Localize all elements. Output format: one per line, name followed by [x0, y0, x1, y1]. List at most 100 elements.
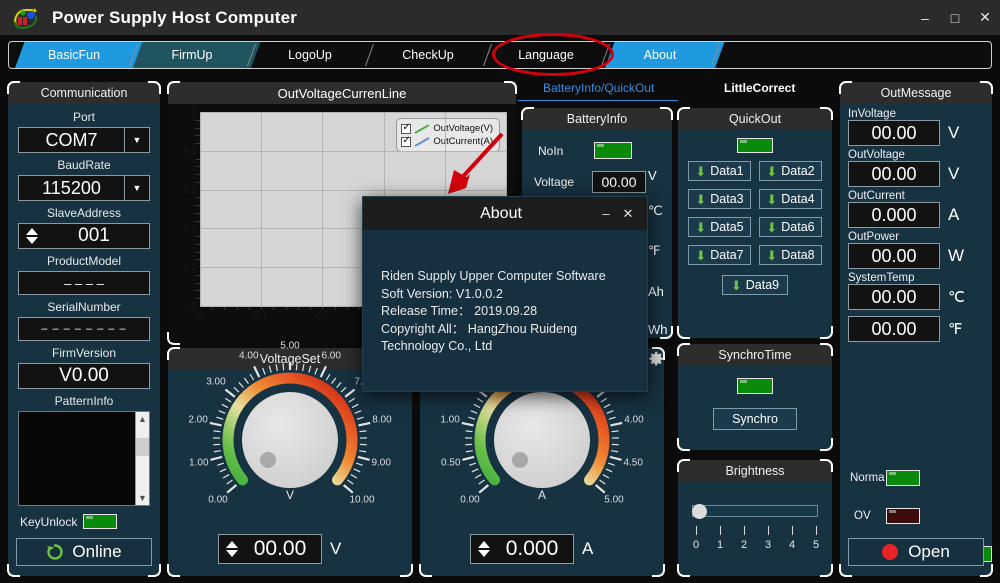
quickout-data4-button[interactable]: ⬇ Data4 [759, 189, 822, 209]
keyunlock-led [83, 514, 118, 529]
brightness-slider-thumb[interactable] [692, 504, 707, 519]
patterninfo-label: PatternInfo [54, 394, 114, 408]
legend-checkbox-icon[interactable] [401, 135, 412, 147]
subtab-batteryinfo-quickout[interactable]: BatteryInfo/QuickOut [543, 81, 654, 95]
about-line-3: Release Time： 2019.09.28 [381, 304, 538, 318]
close-button[interactable]: ✕ [970, 0, 1000, 35]
about-minimize-button[interactable]: – [595, 197, 617, 230]
brightness-slider[interactable] [692, 504, 818, 519]
systemtemp-c-unit: ℃ [948, 289, 965, 306]
gauge-minor-tick [226, 479, 233, 485]
tab-logoup[interactable]: LogoUp [251, 42, 375, 68]
download-arrow-icon: ⬇ [730, 277, 742, 293]
gauge-tick-label: 3.00 [206, 376, 226, 388]
patterninfo-scrollbar[interactable]: ▲ ▼ [135, 412, 149, 505]
open-button[interactable]: Open [848, 538, 984, 566]
gauge-minor-tick [216, 416, 224, 420]
quickout-data5-button[interactable]: ⬇ Data5 [688, 217, 751, 237]
chevron-down-icon[interactable]: ▼ [124, 127, 150, 153]
outmessage-rows: InVoltage 00.00 V OutVoltage 00.00 V Out… [840, 104, 992, 342]
gauge-minor-tick [336, 382, 342, 389]
stepper-arrows-icon[interactable] [471, 541, 497, 557]
scroll-down-icon[interactable]: ▼ [136, 491, 149, 505]
download-arrow-icon: ⬇ [766, 247, 778, 263]
chart-legend[interactable]: OutVoltage(V) OutCurrent(A) [396, 118, 500, 152]
gauge-minor-tick [474, 474, 482, 479]
quickout-data6-button[interactable]: ⬇ Data6 [759, 217, 822, 237]
communication-panel: Communication Port COM7 ▼ BaudRate 11520… [7, 81, 161, 577]
subtab-littlecorrect[interactable]: LittleCorrect [724, 81, 795, 95]
baudrate-combobox[interactable]: 115200 ▼ [18, 175, 150, 201]
online-button[interactable]: Online [16, 538, 152, 566]
quickout-data9-button[interactable]: ⬇ Data9 [722, 275, 788, 295]
chart-minor-tick [195, 158, 200, 160]
firmversion-value: V0.00 [18, 363, 150, 389]
legend-label-outvoltage: OutVoltage(V) [433, 123, 493, 134]
legend-checkbox-icon[interactable] [401, 122, 412, 134]
scrollbar-thumb[interactable] [136, 438, 149, 456]
about-titlebar[interactable]: About – ✕ [363, 197, 647, 230]
slaveaddress-stepper[interactable]: 001 [18, 223, 150, 249]
scroll-up-icon[interactable]: ▲ [136, 412, 149, 426]
chart-ytick: 0.6 [183, 184, 196, 195]
gauge-minor-tick [355, 462, 363, 466]
gauge-minor-tick [473, 403, 481, 409]
quickout-data9-row: ⬇ Data9 [678, 275, 832, 295]
outcurrent-unit: A [948, 205, 960, 224]
stepper-arrows-icon[interactable] [19, 228, 45, 244]
minimize-button[interactable]: – [910, 0, 940, 35]
gauge-major-tick [319, 365, 327, 378]
tab-firmup[interactable]: FirmUp [133, 42, 261, 68]
chart-minor-tick [195, 166, 200, 168]
quickout-data1-button[interactable]: ⬇ Data1 [688, 161, 751, 181]
gauge-minor-tick [243, 377, 249, 385]
tab-logoup-label: LogoUp [288, 48, 332, 62]
gauge-knob[interactable] [242, 392, 338, 488]
legend-line-icon [414, 136, 430, 147]
tab-basicfun[interactable]: BasicFun [15, 42, 143, 68]
outmessage-panel: OutMessage InVoltage 00.00 V OutVoltage … [839, 81, 993, 577]
quickout-data2-button[interactable]: ⬇ Data2 [759, 161, 822, 181]
quickout-led [737, 138, 773, 153]
voltage-stepper[interactable]: 00.00 [218, 534, 322, 564]
ov-row: OV [854, 508, 920, 524]
chart-ytick: 0 [190, 301, 196, 311]
stepper-arrows-icon[interactable] [219, 541, 245, 557]
synchro-button[interactable]: Synchro [713, 408, 797, 430]
gauge-tick-label: 6.00 [321, 350, 341, 362]
tab-about[interactable]: About [605, 42, 725, 68]
quickout-data5-label: Data5 [710, 220, 744, 234]
gauge-minor-tick [222, 474, 230, 479]
tab-language[interactable]: Language [487, 42, 611, 68]
gauge-major-tick [478, 484, 490, 494]
gauge-minor-tick [314, 367, 318, 375]
chart-minor-tick [195, 135, 200, 137]
quickout-data8-button[interactable]: ⬇ Data8 [759, 245, 822, 265]
gauge-minor-tick [600, 397, 608, 403]
battery-voltage-value: 00.00 [592, 171, 646, 193]
systemtemp-f-value: 00.00 [848, 316, 940, 342]
about-dialog[interactable]: About – ✕ Riden Supply Upper Computer So… [362, 196, 648, 392]
chevron-down-icon[interactable]: ▼ [124, 175, 150, 201]
legend-item-outcurrent[interactable]: OutCurrent(A) [401, 135, 493, 148]
gauge-tick-label: 9.00 [371, 457, 391, 469]
voltage-unit: V [330, 539, 342, 558]
quickout-data3-button[interactable]: ⬇ Data3 [688, 189, 751, 209]
chart-minor-tick [195, 181, 200, 183]
tab-checkup[interactable]: CheckUp [369, 42, 493, 68]
gauge-minor-tick [295, 363, 298, 371]
voltage-gauge[interactable]: 0.001.002.003.004.005.006.007.008.009.00… [188, 341, 391, 512]
maximize-button[interactable]: □ [940, 0, 970, 35]
about-close-button[interactable]: ✕ [617, 197, 639, 230]
gauge-knob[interactable] [494, 392, 590, 488]
gauge-knob-indicator [260, 452, 276, 468]
patterninfo-list[interactable]: ▲ ▼ [18, 411, 150, 506]
current-stepper[interactable]: 0.000 [470, 534, 574, 564]
legend-item-outvoltage[interactable]: OutVoltage(V) [401, 122, 493, 135]
online-label: Online [72, 542, 122, 561]
settings-gear-button[interactable] [645, 349, 665, 369]
port-combobox[interactable]: COM7 ▼ [18, 127, 150, 153]
about-window-controls: – ✕ [595, 197, 647, 230]
gauge-tick-label: 5.00 [604, 494, 624, 506]
quickout-data7-button[interactable]: ⬇ Data7 [688, 245, 751, 265]
